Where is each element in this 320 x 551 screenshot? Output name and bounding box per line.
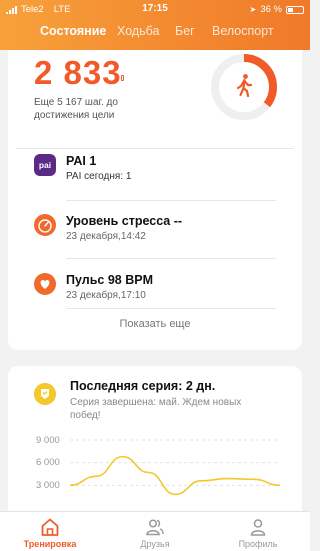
streak-title: Последняя серия: 2 дн. — [70, 379, 216, 393]
divider — [66, 200, 276, 201]
medal-icon — [34, 383, 56, 405]
stress-timestamp: 23 декабря,14:42 — [66, 231, 146, 242]
gauge-icon — [34, 214, 56, 236]
pai-icon: pai — [34, 154, 56, 176]
nav-profile-label: Профиль — [238, 539, 278, 549]
nav-friends-label: Друзья — [140, 539, 170, 549]
health-card: 2 833 Еще 5 167 шаг. до достижения цели … — [8, 50, 302, 350]
steps-remaining: Еще 5 167 шаг. до достижения цели — [34, 97, 118, 121]
friends-icon — [146, 519, 164, 536]
heart-icon — [34, 273, 56, 295]
nav-profile[interactable]: Профиль — [218, 512, 298, 551]
tab-running[interactable]: Бег — [175, 24, 195, 38]
steps-progress-ring[interactable] — [210, 53, 278, 121]
y-tick-label: 9 000 — [36, 435, 60, 446]
y-tick-label: 6 000 — [36, 457, 60, 468]
pai-title: PAI 1 — [66, 154, 97, 168]
divider — [16, 148, 294, 149]
y-tick-label: 3 000 — [36, 480, 60, 491]
tab-walking[interactable]: Ходьба — [117, 24, 160, 38]
pai-subtitle: PAI сегодня: 1 — [66, 171, 132, 182]
location-icon: ➤ — [249, 5, 257, 14]
divider — [66, 258, 276, 259]
stress-title: Уровень стресса -- — [66, 214, 183, 228]
bottom-nav: Тренировка Друзья Профиль — [0, 511, 310, 551]
divider — [66, 308, 276, 309]
streak-card[interactable]: Последняя серия: 2 дн. Серия завершена: … — [8, 366, 302, 516]
battery-icon — [286, 5, 304, 14]
steps-count[interactable]: 2 833 — [34, 54, 122, 92]
walking-person-icon — [236, 74, 253, 98]
tab-cycling[interactable]: Велоспорт — [212, 24, 274, 38]
show-more-button[interactable]: Показать еще — [8, 318, 302, 330]
nav-workout[interactable]: Тренировка — [10, 512, 90, 551]
heart-rate-title: Пульс 98 BPM — [66, 273, 153, 287]
heart-rate-timestamp: 23 декабря,17:10 — [66, 290, 146, 301]
profile-icon — [250, 519, 266, 536]
header: Tele2 LTE 17:15 ➤ 36 % Состояние Ходьба … — [0, 0, 310, 50]
nav-friends[interactable]: Друзья — [115, 512, 195, 551]
status-bar: Tele2 LTE 17:15 ➤ 36 % — [0, 0, 310, 18]
tab-status[interactable]: Состояние — [40, 24, 106, 38]
steps-chart — [70, 439, 280, 496]
nav-workout-label: Тренировка — [23, 539, 77, 549]
home-icon — [41, 518, 59, 536]
streak-subtitle: Серия завершена: май. Ждем новых побед! — [70, 397, 242, 421]
battery-percent: 36 % — [260, 4, 282, 15]
steps-flag-icon — [121, 75, 124, 81]
